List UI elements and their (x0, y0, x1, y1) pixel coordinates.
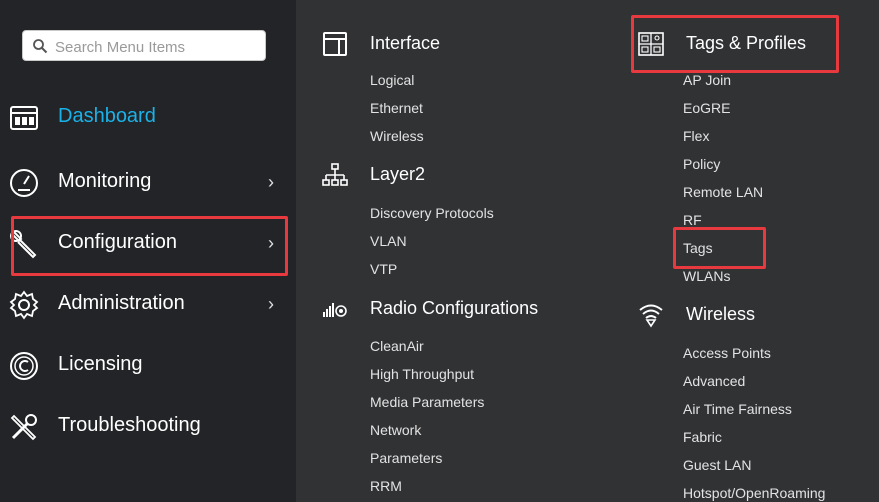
section-label: Radio Configurations (370, 298, 539, 318)
menu-item-logical[interactable]: Logical (370, 72, 414, 88)
sidebar-item-troubleshooting[interactable]: Troubleshooting (0, 401, 296, 453)
section-label: Layer2 (370, 164, 426, 184)
menu-item-tags[interactable]: Tags (683, 240, 713, 256)
wrench-icon (10, 230, 37, 259)
sidebar-item-label: Configuration (58, 231, 177, 253)
sidebar-item-licensing[interactable]: Licensing (0, 340, 296, 392)
sidebar-item-label: Administration (58, 292, 185, 314)
network-topology-icon (322, 163, 348, 186)
menu-item-ap-join[interactable]: AP Join (683, 72, 731, 88)
section-label: Interface (370, 33, 441, 53)
menu-item-network[interactable]: Network (370, 422, 421, 438)
chevron-right-icon: › (268, 233, 274, 253)
menu-item-eogre[interactable]: EoGRE (683, 100, 730, 116)
menu-item-wireless[interactable]: Wireless (370, 128, 424, 144)
menu-item-high-throughput[interactable]: High Throughput (370, 366, 474, 382)
dashboard-icon (10, 106, 38, 130)
gear-icon (9, 290, 39, 320)
menu-item-media-parameters[interactable]: Media Parameters (370, 394, 484, 410)
chevron-right-icon: › (268, 294, 274, 314)
menu-item-cleanair[interactable]: CleanAir (370, 338, 424, 354)
menu-item-wlans[interactable]: WLANs (683, 268, 730, 284)
menu-item-policy[interactable]: Policy (683, 156, 720, 172)
sidebar-item-label: Licensing (58, 353, 143, 375)
sidebar-item-label: Troubleshooting (58, 414, 201, 436)
menu-item-ethernet[interactable]: Ethernet (370, 100, 423, 116)
menu-item-flex[interactable]: Flex (683, 128, 709, 144)
menu-item-vtp[interactable]: VTP (370, 261, 397, 277)
sidebar-item-administration[interactable]: Administration › (0, 279, 296, 331)
wifi-icon (639, 304, 663, 328)
radio-signal-icon (323, 303, 347, 317)
menu-item-vlan[interactable]: VLAN (370, 233, 407, 249)
section-label: Wireless (686, 304, 756, 324)
search-box[interactable] (22, 30, 266, 61)
menu-item-advanced[interactable]: Advanced (683, 373, 745, 389)
menu-item-air-time-fairness[interactable]: Air Time Fairness (683, 401, 792, 417)
mega-menu: Interface Logical Ethernet Wireless Laye… (296, 0, 879, 502)
window-icon (323, 32, 347, 56)
sidebar-item-label: Dashboard (58, 105, 156, 127)
search-icon (33, 39, 48, 54)
copyright-icon (10, 352, 38, 380)
sidebar-item-monitoring[interactable]: Monitoring › (0, 157, 296, 209)
section-label: Tags & Profiles (686, 33, 807, 53)
menu-item-rf[interactable]: RF (683, 212, 702, 228)
gauge-icon (10, 169, 38, 197)
sidebar-item-dashboard[interactable]: Dashboard (0, 92, 296, 144)
menu-item-discovery-protocols[interactable]: Discovery Protocols (370, 205, 494, 221)
menu-item-hotspot-openroaming[interactable]: Hotspot/OpenRoaming (683, 485, 825, 501)
search-input[interactable] (53, 35, 262, 59)
sidebar-item-label: Monitoring (58, 170, 152, 192)
sidebar: Dashboard Monitoring › Configuration › A… (0, 0, 296, 502)
menu-item-guest-lan[interactable]: Guest LAN (683, 457, 751, 473)
menu-item-parameters[interactable]: Parameters (370, 450, 442, 466)
menu-item-rrm[interactable]: RRM (370, 478, 402, 494)
sidebar-item-configuration[interactable]: Configuration › (0, 218, 296, 270)
tags-profiles-icon (638, 32, 664, 56)
menu-item-remote-lan[interactable]: Remote LAN (683, 184, 763, 200)
menu-item-access-points[interactable]: Access Points (683, 345, 771, 361)
menu-item-fabric[interactable]: Fabric (683, 429, 722, 445)
chevron-right-icon: › (268, 172, 274, 192)
tools-icon (10, 414, 37, 441)
